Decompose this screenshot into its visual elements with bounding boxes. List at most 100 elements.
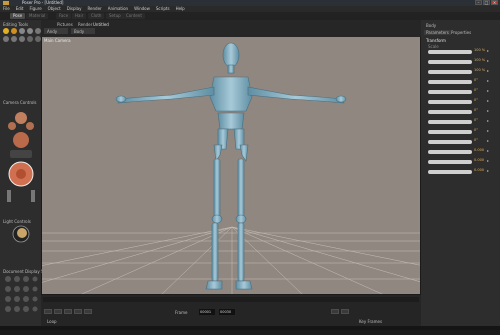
tab-content[interactable]: Content bbox=[123, 13, 145, 19]
rewind-button[interactable] bbox=[44, 309, 52, 314]
param-slider[interactable]: 100 % ▸ bbox=[428, 48, 494, 55]
param-menu-icon[interactable]: ▸ bbox=[487, 138, 489, 143]
param-menu-icon[interactable]: ▸ bbox=[487, 88, 489, 93]
tab-hair[interactable]: Hair bbox=[72, 13, 87, 19]
total-frames-field[interactable]: 00030 bbox=[219, 309, 235, 315]
grouping-tool-icon[interactable] bbox=[27, 36, 33, 42]
param-value[interactable]: 100 % bbox=[474, 68, 485, 72]
param-value[interactable]: 0° bbox=[474, 128, 478, 132]
left-hand-camera-icon[interactable] bbox=[8, 122, 16, 130]
room-tabs: Pose Material Face Hair Cloth Setup Cont… bbox=[0, 12, 500, 20]
param-slider[interactable]: 100 % ▸ bbox=[428, 68, 494, 75]
add-keyframe-button[interactable] bbox=[331, 309, 339, 314]
param-menu-icon[interactable]: ▸ bbox=[487, 158, 489, 163]
param-value[interactable]: 0° bbox=[474, 98, 478, 102]
param-value[interactable]: 0° bbox=[474, 78, 478, 82]
translate-in-out-tool-icon[interactable] bbox=[27, 28, 33, 34]
actor-selector[interactable]: Body bbox=[71, 28, 95, 34]
param-menu-icon[interactable]: ▸ bbox=[487, 68, 489, 73]
tab-pose[interactable]: Pose bbox=[10, 13, 26, 19]
param-menu-icon[interactable]: ▸ bbox=[487, 108, 489, 113]
play-button[interactable] bbox=[74, 309, 82, 314]
param-value[interactable]: 0° bbox=[474, 138, 478, 142]
param-menu-icon[interactable]: ▸ bbox=[487, 128, 489, 133]
param-value[interactable]: 0.000 bbox=[474, 168, 484, 172]
param-menu-icon[interactable]: ▸ bbox=[487, 168, 489, 173]
param-menu-icon[interactable]: ▸ bbox=[487, 48, 489, 53]
move-xy-icon[interactable] bbox=[7, 190, 11, 202]
close-button[interactable]: × bbox=[491, 0, 498, 5]
param-slider[interactable]: 0.000 ▸ bbox=[428, 168, 494, 175]
color-tool-icon[interactable] bbox=[19, 36, 25, 42]
keyframes-button[interactable]: Key Frames bbox=[359, 319, 382, 324]
param-menu-icon[interactable]: ▸ bbox=[487, 148, 489, 153]
camera-controls-title: Camera Controls bbox=[3, 100, 37, 105]
param-slider[interactable]: 0° ▸ bbox=[428, 88, 494, 95]
param-slider[interactable]: 0° ▸ bbox=[428, 98, 494, 105]
tab-properties[interactable]: Properties bbox=[449, 30, 473, 35]
light-controls-title: Light Controls bbox=[3, 219, 31, 224]
animation-controls: Frame 00001 00030 Loop Key Frames bbox=[41, 295, 421, 326]
param-value[interactable]: 0° bbox=[474, 88, 478, 92]
document-display-title: Document Display St bbox=[3, 269, 46, 274]
main-camera-head-icon[interactable] bbox=[13, 132, 29, 148]
minimize-button[interactable]: – bbox=[475, 0, 482, 5]
param-value[interactable]: 0° bbox=[474, 108, 478, 112]
current-frame-field[interactable]: 00001 bbox=[199, 309, 215, 315]
param-value[interactable]: 0.000 bbox=[474, 148, 484, 152]
3d-viewport[interactable]: Main Camera bbox=[42, 37, 420, 294]
rotate-tool-icon[interactable] bbox=[3, 28, 9, 34]
param-slider[interactable]: 0° ▸ bbox=[428, 138, 494, 145]
camera-selector-icon[interactable] bbox=[10, 150, 32, 158]
tab-material[interactable]: Material bbox=[26, 13, 49, 19]
parameter-group-title: Transform bbox=[426, 38, 446, 43]
step-forward-button[interactable] bbox=[84, 309, 92, 314]
tab-cloth[interactable]: Cloth bbox=[88, 13, 105, 19]
param-slider[interactable]: 0° ▸ bbox=[428, 108, 494, 115]
move-z-icon[interactable] bbox=[31, 190, 35, 202]
stop-button[interactable] bbox=[64, 309, 72, 314]
param-value[interactable]: 0° bbox=[474, 118, 478, 122]
tab-render[interactable]: Render bbox=[78, 22, 92, 27]
step-back-button[interactable] bbox=[54, 309, 62, 314]
panel-actor-name: Body bbox=[426, 23, 437, 28]
param-slider[interactable]: 0.000 ▸ bbox=[428, 148, 494, 155]
camera-controls-widget[interactable] bbox=[4, 106, 38, 204]
param-menu-icon[interactable]: ▸ bbox=[487, 78, 489, 83]
mannequin-figure[interactable] bbox=[115, 42, 347, 290]
chain-break-tool-icon[interactable] bbox=[11, 36, 17, 42]
ground-grid bbox=[42, 226, 420, 294]
param-slider[interactable]: 100 % ▸ bbox=[428, 58, 494, 65]
param-value[interactable]: 100 % bbox=[474, 58, 485, 62]
face-camera-icon[interactable] bbox=[15, 112, 27, 124]
light-controls-widget[interactable] bbox=[12, 225, 30, 243]
tab-parameters[interactable]: Parameters bbox=[424, 30, 451, 35]
loop-toggle[interactable]: Loop bbox=[47, 319, 57, 324]
scene-canvas bbox=[42, 42, 420, 294]
tab-face[interactable]: Face bbox=[56, 13, 72, 19]
param-slider[interactable]: 0.000 ▸ bbox=[428, 158, 494, 165]
tab-setup[interactable]: Setup bbox=[106, 13, 124, 19]
taper-tool-icon[interactable] bbox=[3, 36, 9, 42]
param-menu-icon[interactable]: ▸ bbox=[487, 98, 489, 103]
param-menu-icon[interactable]: ▸ bbox=[487, 118, 489, 123]
translate-tool-icon[interactable] bbox=[19, 28, 25, 34]
figure-selector-value: Andy bbox=[47, 29, 58, 34]
app-icon bbox=[3, 1, 9, 5]
viewport-header: Pictures Render Untitled Andy Body bbox=[41, 20, 421, 37]
trackball-center-icon bbox=[16, 169, 26, 179]
param-menu-icon[interactable]: ▸ bbox=[487, 58, 489, 63]
param-slider[interactable]: 0° ▸ bbox=[428, 128, 494, 135]
twist-tool-icon[interactable] bbox=[11, 28, 17, 34]
figure-selector[interactable]: Andy bbox=[44, 28, 68, 34]
param-slider[interactable]: 0° ▸ bbox=[428, 118, 494, 125]
light-sphere-icon bbox=[17, 228, 27, 238]
maximize-button[interactable]: □ bbox=[483, 0, 490, 5]
tab-pictures[interactable]: Pictures bbox=[57, 22, 73, 27]
timeline-scrubber[interactable] bbox=[43, 297, 419, 302]
param-slider[interactable]: 0° ▸ bbox=[428, 78, 494, 85]
remove-keyframe-button[interactable] bbox=[341, 309, 349, 314]
param-value[interactable]: 0.000 bbox=[474, 158, 484, 162]
right-hand-camera-icon[interactable] bbox=[26, 122, 34, 130]
param-value[interactable]: 100 % bbox=[474, 48, 485, 52]
